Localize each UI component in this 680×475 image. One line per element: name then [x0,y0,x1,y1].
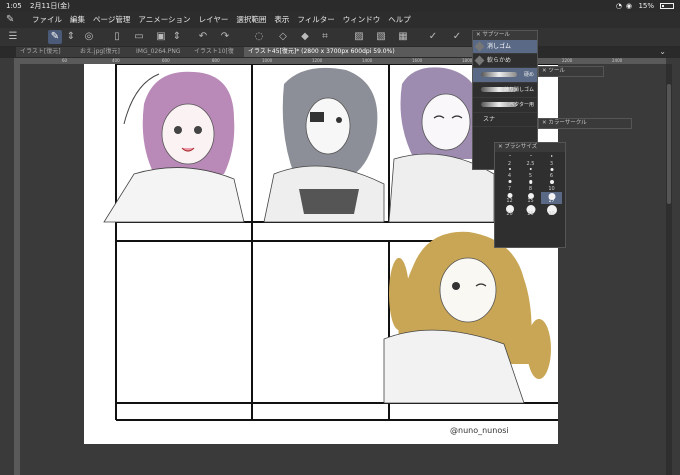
redo-icon[interactable]: ↷ [218,30,232,44]
ruler-label: 60 [62,58,68,63]
artist-watermark: @nuno_nunosi [450,426,509,435]
menu-item[interactable]: ファイル [32,12,62,28]
scrollbar-thumb[interactable] [667,84,671,204]
subtool-item-eraser[interactable]: 消しゴム [473,40,537,54]
wifi-icon: ◔ [615,2,622,10]
brush-size-dot [507,192,512,198]
brush-size-dot [509,155,510,156]
document-tab[interactable]: イラスト10[復 [190,47,248,57]
document-tab[interactable]: おえ.jpg[復元] [76,47,136,57]
eraser-icon [474,55,485,66]
brush-size-dot [530,155,531,156]
brush-size-option[interactable]: 12 [499,192,520,205]
brush-size-dot [550,167,553,171]
panel-header: ✕ ブラシサイズ [495,143,565,152]
menu-item[interactable]: 表示 [274,12,289,28]
document-tab-bar: イラスト[復元] おえ.jpg[復元] IMG_0264.PNG イラスト10[… [0,46,680,58]
brush-size-dot [508,167,511,170]
brush-preset-vector[interactable]: ベクター用 [473,98,537,113]
panel-header: ✕ ツール [539,67,603,76]
brush-size-option[interactable]: 15 [520,192,541,205]
menu-item[interactable]: 選択範囲 [236,12,266,28]
status-date: 2月11日(金) [30,2,70,10]
new-file-icon[interactable]: ▯ [110,30,124,44]
brush-size-option[interactable]: 17 [541,191,562,204]
ruler-label: 2200 [562,58,573,63]
selection-icon[interactable]: ◇ [276,30,290,44]
menu-item[interactable]: フィルター [297,12,334,28]
command-toolbar: ☰ ✎ ⇕ ◎ ▯ ▭ ▣ ⇕ ↶ ↷ ◌ ◇ ◆ ⌗ ▨ ▧ ▦ ✓ ✓ [0,28,680,47]
clip-icon[interactable]: ◎ [82,30,96,44]
ios-status-bar: 1:05 2月11日(金) ◔ ◉ 15% [0,0,680,12]
brush-stroke-preview [481,72,517,77]
subtool-item-snap[interactable]: スナ [473,113,537,127]
brush-size-label: 25 [527,210,534,217]
brush-size-grid: 2 2.5 3 4 5 6 7 8 10 12 15 17 20 25 30 [495,152,565,217]
clear-icon[interactable]: ▦ [396,30,410,44]
menu-item[interactable]: ヘルプ [388,12,411,28]
battery-percent: 15% [638,2,654,10]
brush-size-option[interactable]: 6 [541,167,562,180]
brush-preset-kneaded[interactable]: 練り消しゴム [473,83,537,98]
menu-bar: ✎ ファイル 編集 ページ管理 アニメーション レイヤー 選択範囲 表示 フィルター ウィンドウ… [0,12,680,28]
brush-size-panel: ✕ ブラシサイズ 2 2.5 3 4 5 6 7 8 10 12 15 17 20 25 30 [494,142,566,248]
up-down-stepper-icon[interactable]: ⇕ [170,30,184,44]
color-circle-panel: ✕ カラーサークル [538,118,632,129]
brush-preset-hard[interactable]: 硬め [473,68,537,83]
status-time: 1:05 [6,2,22,10]
eraser-icon [474,41,485,52]
brush-size-option[interactable]: 2 [499,154,520,167]
up-down-stepper-icon[interactable]: ⇕ [64,30,78,44]
signal-icon: ◉ [625,2,632,10]
fill-icon[interactable]: ◆ [298,30,312,44]
vertical-ruler [14,58,20,475]
menu-item[interactable]: アニメーション [138,12,190,28]
deselect-icon[interactable]: ▨ [352,30,366,44]
menu-item[interactable]: ウィンドウ [343,12,381,28]
panel-header: ✕ サブツール [473,31,537,40]
menu-items: ファイル 編集 ページ管理 アニメーション レイヤー 選択範囲 表示 フィルター ウィンドウ ヘル… [32,12,411,28]
hamburger-menu-icon[interactable]: ☰ [6,30,20,44]
brush-tool-icon[interactable]: ✓ [450,30,464,44]
vertical-scrollbar[interactable] [666,64,672,475]
brush-size-option[interactable]: 2.5 [520,154,541,167]
brush-size-dot [529,167,532,170]
brush-size-option[interactable]: 30 [541,204,562,217]
menu-item[interactable]: 編集 [70,12,85,28]
document-tab[interactable]: イラスト[復元] [16,47,80,57]
crop-icon[interactable]: ⌗ [318,30,332,44]
menu-item[interactable]: レイヤー [199,12,229,28]
panel-header: ✕ カラーサークル [539,119,631,128]
ruler-label: 2400 [612,58,623,63]
chevron-down-icon[interactable]: ⌄ [659,46,666,58]
brush-size-option[interactable]: 4 [499,167,520,180]
brush-size-option[interactable]: 25 [520,204,541,217]
brush-size-dot [508,180,511,183]
pen-tool-icon[interactable]: ✓ [426,30,440,44]
edit-mode-icon[interactable]: ✎ [48,30,62,44]
save-icon[interactable]: ▣ [154,30,168,44]
document-tab[interactable]: IMG_0264.PNG [132,47,194,57]
brush-size-option[interactable]: 10 [541,179,562,192]
document-tab-active[interactable]: イラスト45[復元]* (2800 x 3700px 600dpi 59.0%) [244,47,480,57]
subtool-item-soft[interactable]: 軟らかめ [473,54,537,68]
brush-size-label: 30 [548,210,555,217]
battery-icon [660,3,674,9]
undo-icon[interactable]: ↶ [196,30,210,44]
invert-selection-icon[interactable]: ▧ [374,30,388,44]
brush-size-option[interactable]: 5 [520,167,541,180]
tool-panel: ✕ ツール [538,66,604,77]
brush-size-option[interactable]: 7 [499,179,520,192]
brush-size-dot [528,180,533,184]
brush-size-label: 20 [506,210,513,217]
brush-size-option[interactable]: 20 [499,204,520,217]
transform-icon[interactable]: ◌ [252,30,266,44]
menu-item[interactable]: ページ管理 [93,12,130,28]
open-folder-icon[interactable]: ▭ [132,30,146,44]
clip-studio-logo-icon[interactable]: ✎ [6,12,14,28]
brush-size-dot [550,155,553,157]
brush-size-option[interactable]: 3 [541,154,562,167]
brush-size-dot [549,180,554,184]
brush-size-option[interactable]: 8 [520,179,541,192]
